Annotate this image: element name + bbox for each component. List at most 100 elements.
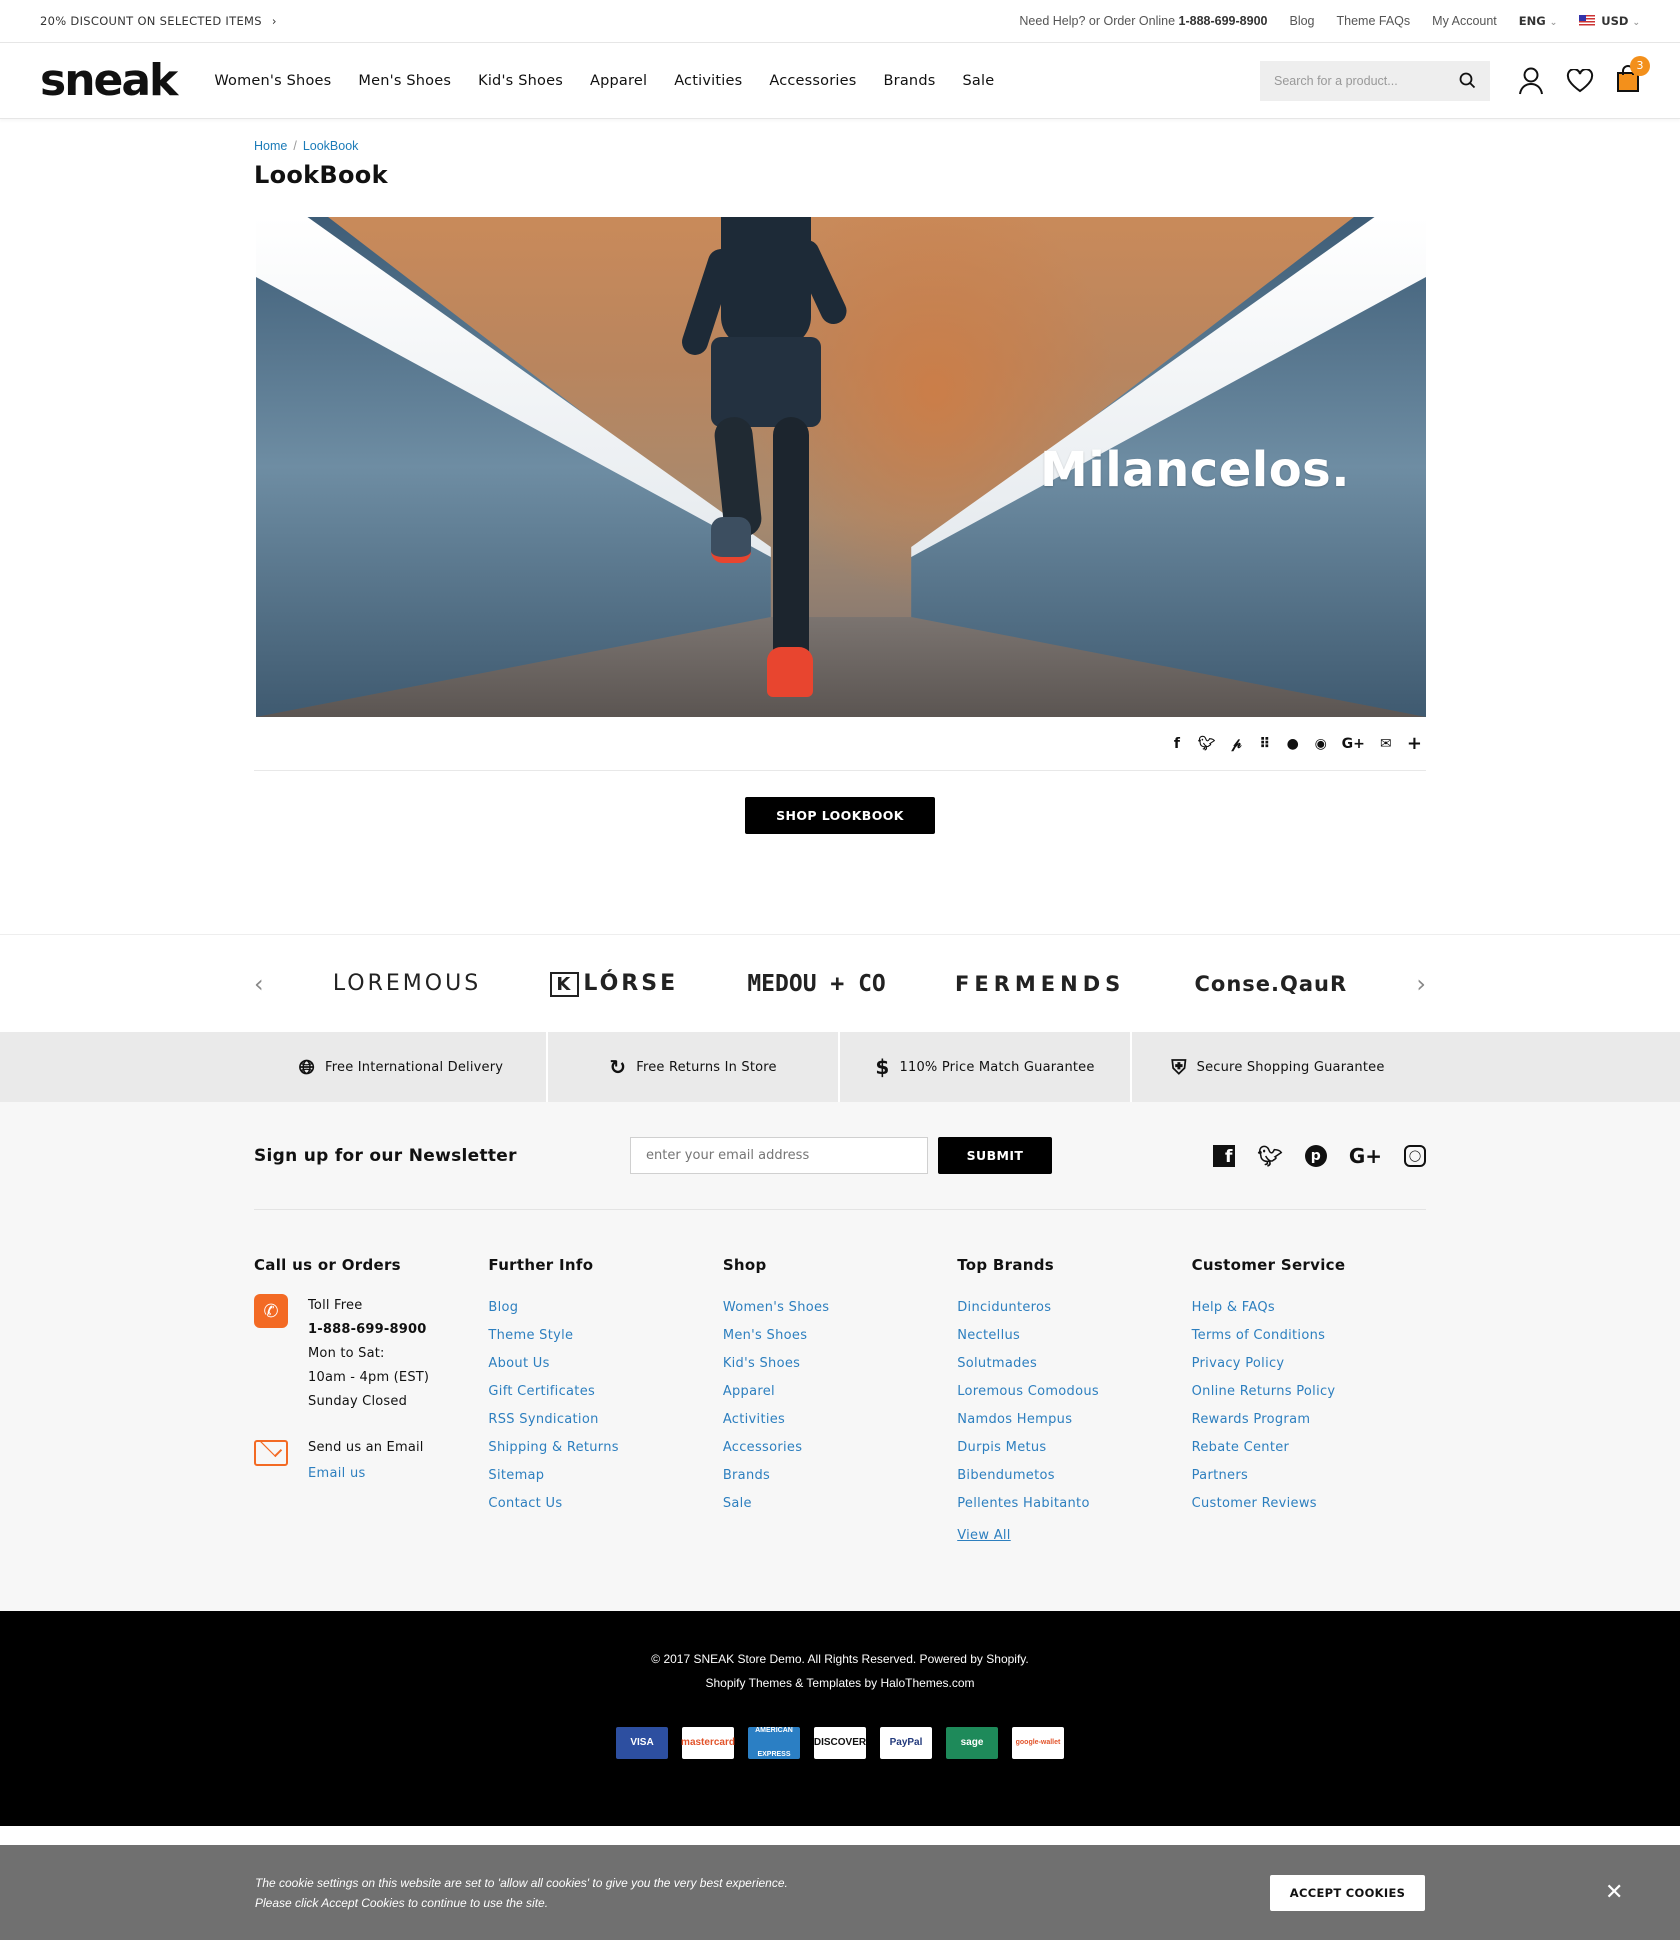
main-nav: Women's Shoes Men's Shoes Kid's Shoes Ap… bbox=[214, 73, 994, 89]
newsletter-email-field[interactable] bbox=[630, 1137, 928, 1174]
footer-link[interactable]: Privacy Policy bbox=[1192, 1350, 1426, 1378]
twitter-icon[interactable]: 🐦︎ bbox=[1198, 736, 1216, 752]
promo-link[interactable]: 20% DISCOUNT ON SELECTED ITEMS › bbox=[40, 14, 277, 28]
shop-lookbook-button[interactable]: SHOP LOOKBOOK bbox=[745, 797, 935, 834]
help-text: Need Help? or Order Online 1-888-699-890… bbox=[1019, 14, 1268, 28]
email-icon[interactable]: ✉ bbox=[1379, 736, 1393, 752]
footer-link[interactable]: About Us bbox=[488, 1350, 722, 1378]
footer-link[interactable]: Activities bbox=[723, 1406, 957, 1434]
tumblr-icon[interactable]: ● bbox=[1286, 736, 1300, 752]
footer-link[interactable]: Rebate Center bbox=[1192, 1434, 1426, 1462]
footer-link[interactable]: Women's Shoes bbox=[723, 1294, 957, 1322]
top-phone[interactable]: 1-888-699-8900 bbox=[1179, 14, 1268, 28]
facebook-icon[interactable]: f bbox=[1213, 1144, 1236, 1167]
phone-icon: ✆ bbox=[254, 1294, 288, 1328]
payment-icon-american-express: AMERICAN EXPRESS bbox=[748, 1727, 800, 1759]
footer-link[interactable]: Solutmades bbox=[957, 1350, 1191, 1378]
twitter-icon[interactable]: 🐦︎ bbox=[1257, 1144, 1282, 1168]
footer-phone[interactable]: 1-888-699-8900 bbox=[308, 1322, 427, 1337]
nav-sale[interactable]: Sale bbox=[962, 73, 994, 89]
footer-link[interactable]: Apparel bbox=[723, 1378, 957, 1406]
nav-activities[interactable]: Activities bbox=[674, 73, 742, 89]
brand-logo-medou[interactable]: MEDOU + CO bbox=[747, 971, 885, 997]
view-all-brands-link[interactable]: View All bbox=[957, 1522, 1011, 1550]
footer-link[interactable]: Kid's Shoes bbox=[723, 1350, 957, 1378]
footer-link[interactable]: Partners bbox=[1192, 1462, 1426, 1490]
footer-link[interactable]: Sale bbox=[723, 1490, 957, 1518]
top-link-blog[interactable]: Blog bbox=[1289, 14, 1314, 28]
footer-link[interactable]: Blog bbox=[488, 1294, 722, 1322]
top-link-faqs[interactable]: Theme FAQs bbox=[1337, 14, 1411, 28]
chevron-right-icon: › bbox=[271, 14, 277, 28]
newsletter: Sign up for our Newsletter SUBMIT f 🐦︎ p… bbox=[254, 1102, 1426, 1210]
features-bar: 🌐︎ Free International Delivery ↻ Free Retu… bbox=[0, 1032, 1680, 1102]
footer-link[interactable]: Durpis Metus bbox=[957, 1434, 1191, 1462]
brand-logo-loremous[interactable]: LOREMOUS bbox=[333, 971, 481, 996]
site-logo[interactable]: sneak bbox=[40, 58, 178, 103]
top-bar-right: Need Help? or Order Online 1-888-699-890… bbox=[1019, 14, 1640, 28]
footer-link[interactable]: Pellentes Habitanto bbox=[957, 1490, 1191, 1518]
google-plus-icon[interactable]: G+ bbox=[1349, 1144, 1382, 1168]
footer-link[interactable]: Contact Us bbox=[488, 1490, 722, 1518]
footer-col-brands: Top Brands Dincidunteros Nectellus Solut… bbox=[957, 1256, 1191, 1550]
footer-link[interactable]: Dincidunteros bbox=[957, 1294, 1191, 1322]
reddit-icon[interactable]: ◉ bbox=[1314, 736, 1328, 752]
google-plus-icon[interactable]: G+ bbox=[1342, 736, 1365, 752]
email-us-link[interactable]: Email us bbox=[308, 1460, 424, 1488]
lookbook-hero-image[interactable]: Milancelos. bbox=[256, 217, 1426, 717]
wishlist-heart-icon[interactable] bbox=[1566, 68, 1594, 93]
accept-cookies-button[interactable]: ACCEPT COOKIES bbox=[1270, 1874, 1425, 1911]
brand-logo-fermends[interactable]: FERMENDS bbox=[955, 972, 1125, 996]
breadcrumb-home[interactable]: Home bbox=[254, 139, 287, 153]
footer-link[interactable]: Customer Reviews bbox=[1192, 1490, 1426, 1518]
footer-link[interactable]: Shipping & Returns bbox=[488, 1434, 722, 1462]
nav-brands[interactable]: Brands bbox=[884, 73, 936, 89]
chevron-right-icon[interactable]: › bbox=[1416, 970, 1426, 998]
footer-link[interactable]: Namdos Hempus bbox=[957, 1406, 1191, 1434]
brand-logo-klorse[interactable]: K LÓRSE bbox=[550, 971, 678, 997]
close-icon[interactable]: ✕ bbox=[1605, 1880, 1623, 1905]
footer-link[interactable]: Online Returns Policy bbox=[1192, 1378, 1426, 1406]
search-input[interactable]: Search for a product... bbox=[1260, 60, 1490, 101]
nav-womens-shoes[interactable]: Women's Shoes bbox=[214, 73, 331, 89]
footer-link[interactable]: Help & FAQs bbox=[1192, 1294, 1426, 1322]
footer-link[interactable]: Theme Style bbox=[488, 1322, 722, 1350]
footer-col-further: Further Info Blog Theme Style About Us G… bbox=[488, 1256, 722, 1550]
pinterest-icon[interactable]: p bbox=[1304, 1144, 1327, 1167]
currency-selector[interactable]: USD ⌄ bbox=[1579, 14, 1640, 28]
footer-link[interactable]: Accessories bbox=[723, 1434, 957, 1462]
chevron-left-icon[interactable]: ‹ bbox=[254, 970, 264, 998]
pinterest-icon[interactable]: 𝓅 bbox=[1230, 736, 1244, 752]
newsletter-submit-button[interactable]: SUBMIT bbox=[938, 1137, 1052, 1174]
footer-link[interactable]: RSS Syndication bbox=[488, 1406, 722, 1434]
instagram-icon[interactable]: ◯ bbox=[1404, 1144, 1426, 1167]
account-icon[interactable] bbox=[1518, 67, 1544, 95]
toll-free-label: Toll Free bbox=[308, 1298, 363, 1313]
footer-link[interactable]: Loremous Comodous bbox=[957, 1378, 1191, 1406]
footer-link[interactable]: Nectellus bbox=[957, 1322, 1191, 1350]
footer-link[interactable]: Terms of Conditions bbox=[1192, 1322, 1426, 1350]
top-bar: 20% DISCOUNT ON SELECTED ITEMS › Need He… bbox=[0, 0, 1680, 43]
footer-link[interactable]: Bibendumetos bbox=[957, 1462, 1191, 1490]
runner-leg-right bbox=[773, 417, 809, 677]
runner-shoe-right bbox=[767, 647, 813, 697]
cart-button[interactable]: 3 bbox=[1616, 55, 1650, 97]
footer-link[interactable]: Sitemap bbox=[488, 1462, 722, 1490]
top-link-account[interactable]: My Account bbox=[1432, 14, 1497, 28]
breadcrumb-current[interactable]: LookBook bbox=[303, 139, 359, 153]
nav-apparel[interactable]: Apparel bbox=[590, 73, 647, 89]
brand-logo-consequar[interactable]: Conse.QauR bbox=[1194, 972, 1347, 996]
footer-link[interactable]: Rewards Program bbox=[1192, 1406, 1426, 1434]
nav-accessories[interactable]: Accessories bbox=[769, 73, 856, 89]
footer-link[interactable]: Brands bbox=[723, 1462, 957, 1490]
nav-mens-shoes[interactable]: Men's Shoes bbox=[358, 73, 451, 89]
credits-link[interactable]: Shopify Themes & Templates by HaloThemes… bbox=[0, 1671, 1680, 1695]
grid-icon[interactable]: ⠿ bbox=[1258, 736, 1272, 752]
nav-kids-shoes[interactable]: Kid's Shoes bbox=[478, 73, 563, 89]
search-icon[interactable] bbox=[1459, 72, 1476, 89]
footer-link[interactable]: Men's Shoes bbox=[723, 1322, 957, 1350]
plus-icon[interactable]: + bbox=[1407, 733, 1422, 754]
footer-link[interactable]: Gift Certificates bbox=[488, 1378, 722, 1406]
language-selector[interactable]: ENG ⌄ bbox=[1519, 14, 1557, 28]
facebook-icon[interactable]: f bbox=[1170, 736, 1184, 752]
